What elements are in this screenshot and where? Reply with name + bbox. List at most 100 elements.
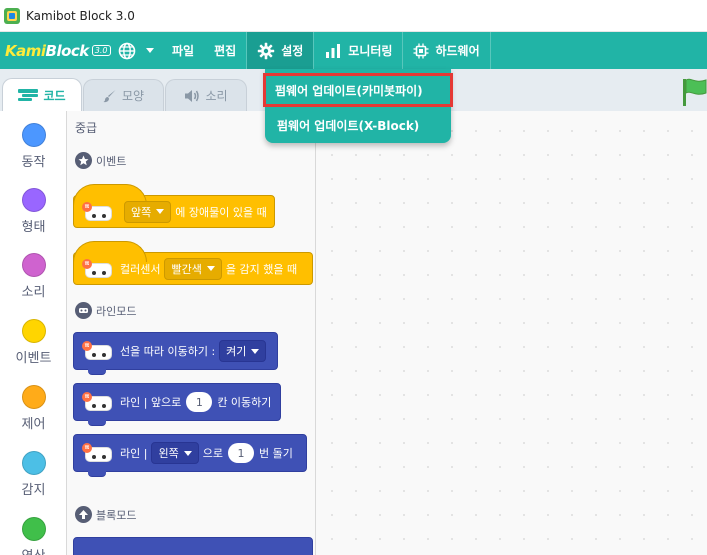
category-label: 형태 bbox=[21, 220, 46, 235]
block-line-forward[interactable]: π 라인 | 앞으로 1 칸 이동하기 bbox=[73, 383, 281, 426]
menu-separator bbox=[489, 32, 491, 69]
direction-dropdown[interactable]: 앞쪽 bbox=[124, 200, 172, 223]
title-bar: Kamibot Block 3.0 bbox=[0, 0, 707, 32]
onoff-dropdown-value: 켜기 bbox=[226, 345, 247, 358]
robot-face-icon bbox=[75, 302, 92, 319]
category-label: 연산 bbox=[0, 545, 67, 555]
robot-icon: π bbox=[82, 341, 112, 361]
category-label: 제어 bbox=[21, 417, 46, 432]
globe-icon bbox=[118, 42, 136, 59]
category-label: 동작 bbox=[21, 155, 46, 170]
category-operators[interactable]: 연산 bbox=[0, 517, 67, 555]
category-sound[interactable]: 소리 bbox=[0, 253, 67, 300]
bar-chart-icon bbox=[326, 43, 341, 58]
tab-costume[interactable]: 모양 bbox=[83, 79, 164, 111]
tab-costume-label: 모양 bbox=[121, 89, 145, 103]
section-events-label: 이벤트 bbox=[96, 154, 127, 168]
category-control[interactable]: 제어 bbox=[0, 385, 67, 432]
turns-input[interactable]: 1 bbox=[227, 443, 254, 463]
steps-input[interactable]: 1 bbox=[186, 392, 213, 412]
color-dropdown[interactable]: 빨간색 bbox=[164, 257, 222, 280]
category-motion[interactable]: 동작 bbox=[0, 123, 67, 170]
logo-kami: Kami bbox=[5, 41, 46, 60]
category-dot-events bbox=[21, 319, 46, 343]
block-palette: 중급 이벤트 π 앞쪽 에 장애물이 있을 때 π 컬러센서 빨간색 을 감지 … bbox=[67, 111, 316, 555]
category-dot-sound bbox=[21, 253, 46, 277]
tab-sound-label: 소리 bbox=[205, 89, 228, 103]
block-text: 번 돌기 bbox=[258, 447, 293, 460]
chevron-down-icon bbox=[146, 48, 154, 53]
robot-icon: π bbox=[82, 201, 112, 222]
category-dot-sensing bbox=[21, 451, 46, 475]
logo-version: 3.0 bbox=[91, 45, 111, 56]
chip-icon bbox=[413, 43, 429, 58]
menu-edit[interactable]: 편집 bbox=[204, 32, 246, 69]
block-text: 선을 따라 이동하기 : bbox=[120, 345, 216, 358]
firmware-update-xblock[interactable]: 펌웨어 업데이트(X-Block) bbox=[265, 107, 451, 143]
settings-dropdown: 펌웨어 업데이트(카미봇파이) 펌웨어 업데이트(X-Block) bbox=[263, 69, 453, 143]
script-workspace[interactable] bbox=[316, 111, 707, 555]
chevron-down-icon bbox=[156, 209, 165, 214]
block-partial[interactable] bbox=[73, 537, 313, 555]
block-obstacle-event[interactable]: π 앞쪽 에 장애물이 있을 때 bbox=[73, 184, 275, 228]
green-flag-icon[interactable] bbox=[682, 77, 707, 107]
chevron-down-icon bbox=[183, 450, 192, 456]
robot-icon: π bbox=[82, 258, 112, 279]
block-text: 컬러센서 bbox=[120, 262, 161, 276]
section-blockmode: 블록모드 bbox=[75, 506, 136, 523]
category-label: 이벤트 bbox=[15, 351, 52, 366]
star-icon bbox=[75, 152, 92, 169]
block-text: 을 감지 했을 때 bbox=[225, 262, 298, 276]
direction-dropdown-value: 앞쪽 bbox=[131, 205, 152, 219]
category-dot-control bbox=[21, 385, 46, 409]
app-logo[interactable]: Kami Block 3.0 bbox=[0, 41, 111, 60]
block-color-event[interactable]: π 컬러센서 빨간색 을 감지 했을 때 bbox=[73, 241, 313, 285]
category-menu: 동작 형태 소리 이벤트 제어 감지 연산 bbox=[0, 111, 67, 555]
onoff-dropdown[interactable]: 켜기 bbox=[219, 340, 267, 362]
language-menu[interactable] bbox=[110, 32, 162, 69]
block-text: 칸 이동하기 bbox=[217, 396, 272, 409]
code-icon bbox=[18, 89, 39, 101]
block-line-turn[interactable]: π 라인 | 왼쪽 으로 1 번 돌기 bbox=[73, 434, 307, 477]
category-dot-motion bbox=[21, 123, 46, 147]
chevron-down-icon bbox=[206, 266, 215, 271]
chevron-down-icon bbox=[251, 348, 260, 354]
palette-heading: 중급 bbox=[75, 121, 98, 135]
menu-settings[interactable]: 설정 bbox=[247, 32, 314, 69]
category-dot-operators bbox=[21, 517, 46, 541]
app-icon bbox=[4, 7, 20, 24]
block-follow-line[interactable]: π 선을 따라 이동하기 : 켜기 bbox=[73, 332, 278, 375]
menu-monitoring-label: 모니터링 bbox=[348, 44, 393, 58]
arrow-up-icon bbox=[75, 506, 92, 523]
section-events: 이벤트 bbox=[75, 152, 126, 169]
turn-direction-value: 왼쪽 bbox=[158, 447, 179, 460]
category-label: 감지 bbox=[21, 483, 46, 498]
gear-icon bbox=[257, 42, 275, 59]
block-text: 라인 | bbox=[120, 447, 148, 460]
speaker-icon bbox=[185, 89, 200, 102]
turn-direction-dropdown[interactable]: 왼쪽 bbox=[151, 442, 199, 464]
firmware-update-kamibot-pi[interactable]: 펌웨어 업데이트(카미봇파이) bbox=[263, 73, 453, 107]
menu-hardware[interactable]: 하드웨어 bbox=[403, 32, 489, 69]
menu-monitoring[interactable]: 모니터링 bbox=[314, 32, 402, 69]
brush-icon bbox=[103, 89, 116, 102]
menu-hardware-label: 하드웨어 bbox=[435, 44, 480, 58]
category-events[interactable]: 이벤트 bbox=[0, 319, 67, 366]
category-label: 소리 bbox=[21, 285, 46, 300]
block-text: 에 장애물이 있을 때 bbox=[175, 205, 267, 219]
section-blockmode-label: 블록모드 bbox=[96, 508, 137, 522]
category-looks[interactable]: 형태 bbox=[0, 188, 67, 235]
section-linemode-label: 라인모드 bbox=[96, 304, 137, 318]
menu-file[interactable]: 파일 bbox=[162, 32, 204, 69]
logo-block: Block bbox=[45, 41, 90, 60]
robot-icon: π bbox=[82, 443, 112, 463]
tab-sound[interactable]: 소리 bbox=[165, 79, 247, 111]
tab-code[interactable]: 코드 bbox=[2, 78, 82, 111]
menu-settings-label: 설정 bbox=[281, 44, 304, 58]
category-sensing[interactable]: 감지 bbox=[0, 451, 67, 498]
block-text: 으로 bbox=[202, 447, 223, 460]
window-title: Kamibot Block 3.0 bbox=[26, 8, 135, 23]
tab-code-label: 코드 bbox=[43, 88, 66, 103]
category-dot-looks bbox=[21, 188, 46, 212]
menu-bar: Kami Block 3.0 파일 편집 설정 모니터링 하드웨어 bbox=[0, 32, 707, 69]
